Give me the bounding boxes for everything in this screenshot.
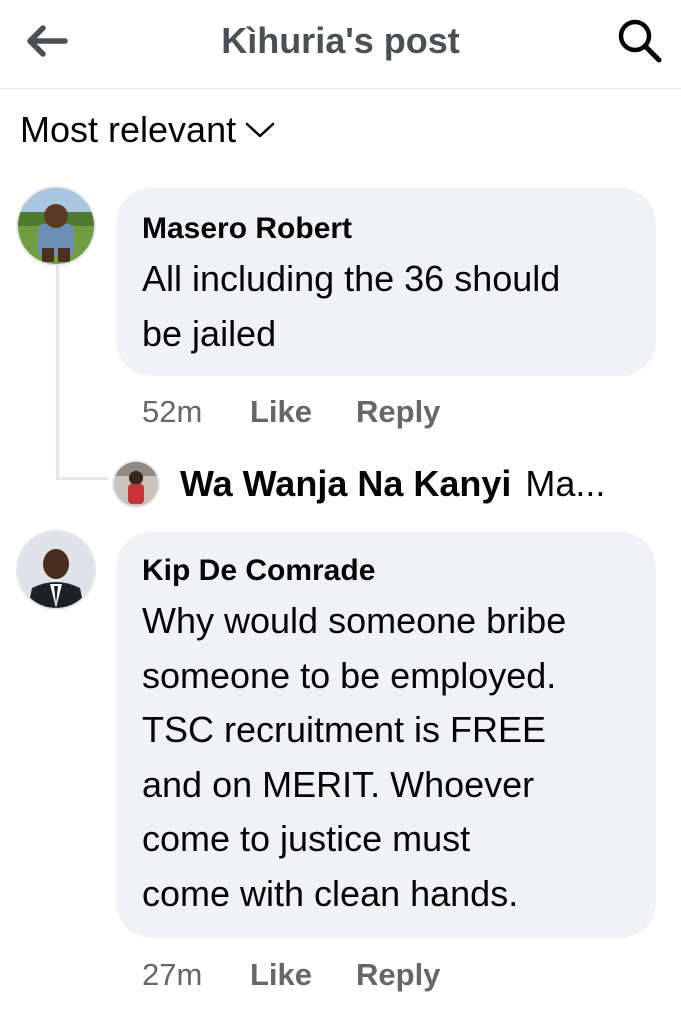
sort-dropdown[interactable]: Most relevant — [20, 108, 276, 152]
reply-preview-text: Ma... — [525, 463, 606, 504]
like-button[interactable]: Like — [250, 957, 356, 993]
comment-text-line: and on MERIT. Whoever — [142, 763, 535, 805]
comment-author[interactable]: Kip De Comrade — [142, 554, 375, 588]
sort-label: Most relevant — [20, 109, 237, 150]
reply-author: Wa Wanja Na Kanyi — [180, 463, 512, 504]
page-title: Kìhuria's post — [221, 20, 460, 61]
comment-text-line: All including the 36 should — [142, 258, 561, 299]
reply-button[interactable]: Reply — [356, 957, 440, 993]
comment-text-line: TSC recruitment is FREE — [142, 709, 547, 750]
avatar[interactable] — [18, 188, 94, 264]
comment-timestamp[interactable]: 52m — [142, 394, 250, 430]
thread-line — [56, 477, 108, 480]
comment-text: Why would someone bribe someone to be em… — [142, 594, 636, 921]
search-button[interactable] — [613, 14, 667, 68]
comment-text-line: be jailed — [142, 312, 277, 354]
top-bar: Kìhuria's post — [0, 0, 681, 89]
chevron-down-icon — [244, 120, 276, 140]
comment-text-line: come with clean hands. — [142, 872, 519, 914]
comment-bubble[interactable]: Masero Robert All including the 36 shoul… — [116, 188, 656, 376]
comment-actions: 27m Like Reply — [142, 955, 440, 995]
comment-actions: 52m Like Reply — [142, 392, 440, 432]
thread-line — [56, 264, 59, 480]
comment-timestamp[interactable]: 27m — [142, 957, 250, 993]
like-button[interactable]: Like — [250, 394, 356, 430]
comment-bubble[interactable]: Kip De Comrade Why would someone bribe s… — [116, 532, 656, 938]
avatar[interactable] — [114, 462, 158, 506]
comment-text-line: come to justice must — [142, 818, 471, 859]
search-icon — [618, 19, 662, 63]
comment-text: All including the 36 should be jailed — [142, 252, 636, 361]
comment-text-line: Why would someone bribe — [142, 600, 567, 641]
reply-button[interactable]: Reply — [356, 394, 440, 430]
comment-author[interactable]: Masero Robert — [142, 212, 352, 246]
avatar[interactable] — [18, 532, 94, 608]
comment-text-line: someone to be employed. — [142, 654, 557, 696]
reply-preview[interactable]: Wa Wanja Na Kanyi Ma... — [180, 460, 605, 508]
